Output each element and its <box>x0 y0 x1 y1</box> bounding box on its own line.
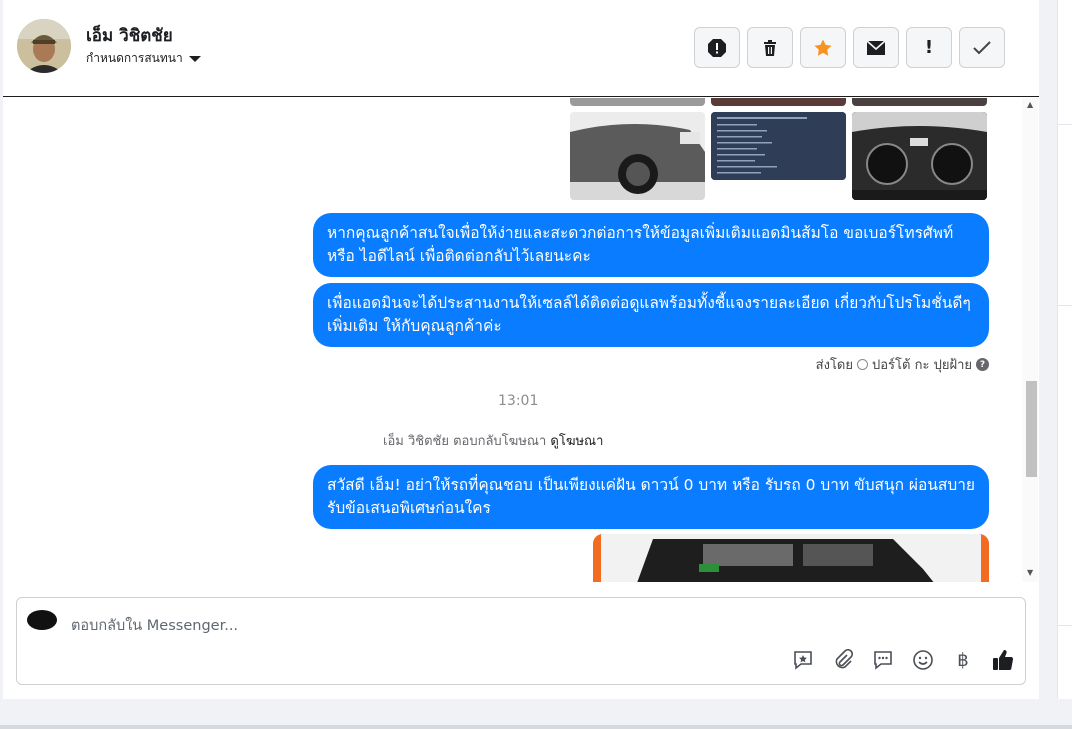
assign-conversation-dropdown[interactable]: กำหนดการสนทนา <box>86 49 201 68</box>
attach-button[interactable] <box>831 648 855 672</box>
scroll-up-icon[interactable]: ▲ <box>1027 100 1033 109</box>
check-icon <box>973 40 991 54</box>
divider <box>1058 625 1072 626</box>
scroll-down-icon[interactable]: ▼ <box>1027 568 1033 577</box>
thumbs-up-icon <box>993 650 1014 670</box>
scroll-thumb[interactable] <box>1026 381 1037 477</box>
view-ad-link[interactable]: ดูโฆษณา <box>550 434 603 449</box>
paperclip-icon <box>835 649 854 669</box>
check-circle-icon <box>857 359 868 370</box>
chat-bubble-icon <box>874 651 892 670</box>
reply-input[interactable]: ตอบกลับใน Messenger... <box>71 614 238 637</box>
saved-reply-button[interactable] <box>791 648 815 672</box>
message-bubble[interactable]: หากคุณลูกค้าสนใจเพื่อให้ง่ายและสะดวกต่อก… <box>313 213 989 277</box>
follow-up-button[interactable]: ! <box>906 27 952 68</box>
exclamation-icon: ! <box>924 37 934 58</box>
conversation-header: เอ็ม วิชิตชัย กำหนดการสนทนา ! <box>3 0 1039 97</box>
emoji-button[interactable] <box>911 648 935 672</box>
car-promo-image[interactable] <box>593 534 989 582</box>
right-side-panel <box>1057 0 1072 699</box>
avatar[interactable] <box>17 19 71 73</box>
car-photo[interactable] <box>570 98 705 106</box>
dashboard-photo[interactable] <box>852 112 987 200</box>
smiley-icon <box>913 650 933 670</box>
header-actions: ! <box>694 27 1005 68</box>
ad-reply-info: เอ็ม วิชิตชัย ตอบกลับโฆษณา ดูโฆษณา <box>383 430 603 451</box>
message-thread: หากคุณลูกค้าสนใจเพื่อให้ง่ายและสะดวกต่อก… <box>3 98 1039 582</box>
image-row <box>570 112 987 200</box>
ad-reply-text: เอ็ม วิชิตชัย ตอบกลับโฆษณา <box>383 434 547 449</box>
divider <box>1058 305 1072 306</box>
page-logo <box>27 610 57 630</box>
saved-reply-icon <box>794 651 812 670</box>
timestamp: 13:01 <box>498 393 539 409</box>
sent-by-label: ส่งโดย <box>815 358 853 373</box>
sent-by-info: ส่งโดย ปอร์โต้ กะ ปุยฝ้าย ? <box>816 354 989 375</box>
message-bubble[interactable]: สวัสดี เอ็ม! อย่าให้รถที่คุณชอบ เป็นเพีย… <box>313 465 989 529</box>
conversation-panel: เอ็ม วิชิตชัย กำหนดการสนทนา ! หากคุณลูกค… <box>3 0 1039 699</box>
thread-scrollbar[interactable]: ▲ ▼ <box>1022 98 1038 582</box>
baht-icon: ฿ <box>957 649 969 671</box>
mark-unread-button[interactable] <box>853 27 899 68</box>
star-icon <box>814 39 832 56</box>
assign-label: กำหนดการสนทนา <box>86 51 183 65</box>
composer-tools: ฿ <box>791 648 1015 672</box>
help-icon[interactable]: ? <box>976 358 989 371</box>
image-row-top <box>570 98 987 106</box>
like-button[interactable] <box>991 648 1015 672</box>
spam-button[interactable] <box>694 27 740 68</box>
registration-document-photo[interactable] <box>711 112 846 180</box>
delete-button[interactable] <box>747 27 793 68</box>
car-photo[interactable] <box>852 98 987 106</box>
spam-icon <box>708 38 726 57</box>
mark-done-button[interactable] <box>959 27 1005 68</box>
trash-icon <box>764 39 776 56</box>
contact-name: เอ็ม วิชิตชัย <box>86 26 173 46</box>
car-photo[interactable] <box>711 98 846 106</box>
quick-reply-button[interactable] <box>871 648 895 672</box>
star-button[interactable] <box>800 27 846 68</box>
caret-down-icon <box>188 55 201 62</box>
message-bubble[interactable]: เพื่อแอดมินจะได้ประสานงานให้เซลล์ได้ติดต… <box>313 283 989 347</box>
payment-button[interactable]: ฿ <box>951 648 975 672</box>
car-side-photo[interactable] <box>570 112 705 200</box>
reply-composer: ตอบกลับใน Messenger... ฿ <box>16 597 1026 685</box>
divider <box>1058 124 1072 125</box>
sent-by-name: ปอร์โต้ กะ ปุยฝ้าย <box>872 358 972 373</box>
mail-icon <box>866 39 886 55</box>
bottom-border <box>0 725 1072 729</box>
